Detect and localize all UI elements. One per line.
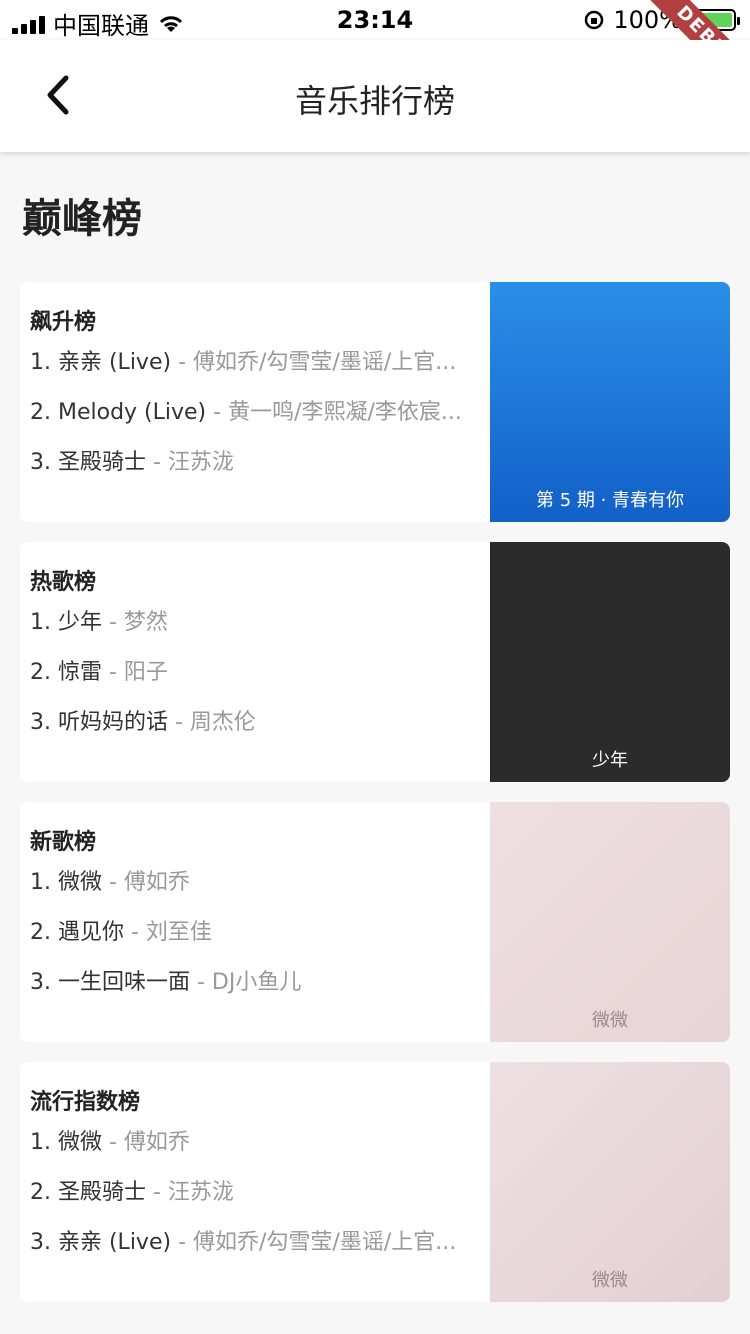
song-artist: - 傅如乔 (101, 1130, 190, 1155)
song-artist: - 傅如乔/勾雪莹/墨谣/上官... (171, 1230, 457, 1255)
status-bar: 中国联通 23:14 100% (0, 0, 750, 40)
song-artist: - DJ小鱼儿 (189, 970, 302, 995)
chart-card-label: 热歌榜 (30, 570, 97, 595)
chart-cover-image[interactable]: 少年 (490, 542, 730, 782)
song-artist: - 刘至佳 (123, 920, 212, 945)
song-title: 1. 少年 (30, 610, 102, 635)
song-item: 2. Melody (Live) - 黄一鸣/李熙凝/李依宸... (30, 398, 478, 448)
song-item: 3. 听妈妈的话 - 周杰伦 (30, 708, 478, 758)
song-title: 2. 遇见你 (30, 920, 124, 945)
song-artist: - 汪苏泷 (145, 450, 234, 475)
song-item: 3. 亲亲 (Live) - 傅如乔/勾雪莹/墨谣/上官... (30, 1228, 478, 1278)
song-title: 1. 亲亲 (Live) (30, 350, 172, 375)
cover-caption: 微微 (592, 1010, 628, 1031)
chart-card-popular-index[interactable]: 流行指数榜 1. 微微 - 傅如乔 2. 圣殿骑士 - 汪苏泷 3. 亲亲 (L… (20, 1062, 730, 1302)
cover-caption: 第 5 期 · 青春有你 (535, 490, 685, 511)
chart-card-soaring[interactable]: 飙升榜 1. 亲亲 (Live) - 傅如乔/勾雪莹/墨谣/上官... 2. M… (20, 282, 730, 522)
song-artist: - 傅如乔/勾雪莹/墨谣/上官... (171, 350, 457, 375)
song-artist: - 周杰伦 (167, 710, 256, 735)
song-artist: - 梦然 (101, 610, 168, 635)
song-artist: - 傅如乔 (101, 870, 190, 895)
song-item: 1. 微微 - 傅如乔 (30, 868, 478, 918)
song-title: 3. 听妈妈的话 (30, 710, 168, 735)
song-title: 2. 圣殿骑士 (30, 1180, 146, 1205)
chart-cover-image[interactable]: 微微 (490, 1062, 730, 1302)
song-title: 3. 圣殿骑士 (30, 450, 146, 475)
song-title: 3. 亲亲 (Live) (30, 1230, 172, 1255)
chart-cover-image[interactable]: 第 5 期 · 青春有你 (490, 282, 730, 522)
song-title: 1. 微微 (30, 870, 102, 895)
song-item: 1. 微微 - 傅如乔 (30, 1128, 478, 1178)
chart-card-label: 飙升榜 (30, 310, 97, 335)
song-artist: - 黄一鸣/李熙凝/李依宸... (206, 400, 462, 425)
song-item: 1. 亲亲 (Live) - 傅如乔/勾雪莹/墨谣/上官... (30, 348, 478, 398)
song-item: 3. 一生回味一面 - DJ小鱼儿 (30, 968, 478, 1018)
song-item: 2. 惊雷 - 阳子 (30, 658, 478, 708)
chart-card-new[interactable]: 新歌榜 1. 微微 - 傅如乔 2. 遇见你 - 刘至佳 3. 一生回味一面 -… (20, 802, 730, 1042)
cover-caption: 少年 (592, 750, 628, 771)
song-title: 2. 惊雷 (30, 660, 102, 685)
navigation-bar: 音乐排行榜 (0, 40, 750, 152)
chart-card-hot[interactable]: 热歌榜 1. 少年 - 梦然 2. 惊雷 - 阳子 3. 听妈妈的话 - 周杰伦… (20, 542, 730, 782)
song-title: 3. 一生回味一面 (30, 970, 190, 995)
song-item: 2. 遇见你 - 刘至佳 (30, 918, 478, 968)
song-title: 2. Melody (Live) (30, 400, 207, 425)
chart-card-label: 新歌榜 (30, 830, 97, 855)
chart-card-text: 飙升榜 1. 亲亲 (Live) - 傅如乔/勾雪莹/墨谣/上官... 2. M… (20, 282, 490, 522)
song-item: 1. 少年 - 梦然 (30, 608, 478, 658)
chart-cover-image[interactable]: 微微 (490, 802, 730, 1042)
song-item: 3. 圣殿骑士 - 汪苏泷 (30, 448, 478, 498)
chart-card-label: 流行指数榜 (30, 1090, 141, 1115)
section-title: 巅峰榜 (22, 196, 142, 242)
song-artist: - 阳子 (101, 660, 168, 685)
chart-list: 飙升榜 1. 亲亲 (Live) - 傅如乔/勾雪莹/墨谣/上官... 2. M… (20, 282, 730, 1322)
song-title: 1. 微微 (30, 1130, 102, 1155)
chart-card-text: 新歌榜 1. 微微 - 傅如乔 2. 遇见你 - 刘至佳 3. 一生回味一面 -… (20, 802, 490, 1042)
rotation-lock-icon (585, 10, 604, 30)
chart-card-text: 热歌榜 1. 少年 - 梦然 2. 惊雷 - 阳子 3. 听妈妈的话 - 周杰伦 (20, 542, 490, 782)
cover-caption: 微微 (592, 1270, 628, 1291)
song-artist: - 汪苏泷 (145, 1180, 234, 1205)
song-item: 2. 圣殿骑士 - 汪苏泷 (30, 1178, 478, 1228)
chart-card-text: 流行指数榜 1. 微微 - 傅如乔 2. 圣殿骑士 - 汪苏泷 3. 亲亲 (L… (20, 1062, 490, 1302)
page-title: 音乐排行榜 (294, 82, 455, 120)
